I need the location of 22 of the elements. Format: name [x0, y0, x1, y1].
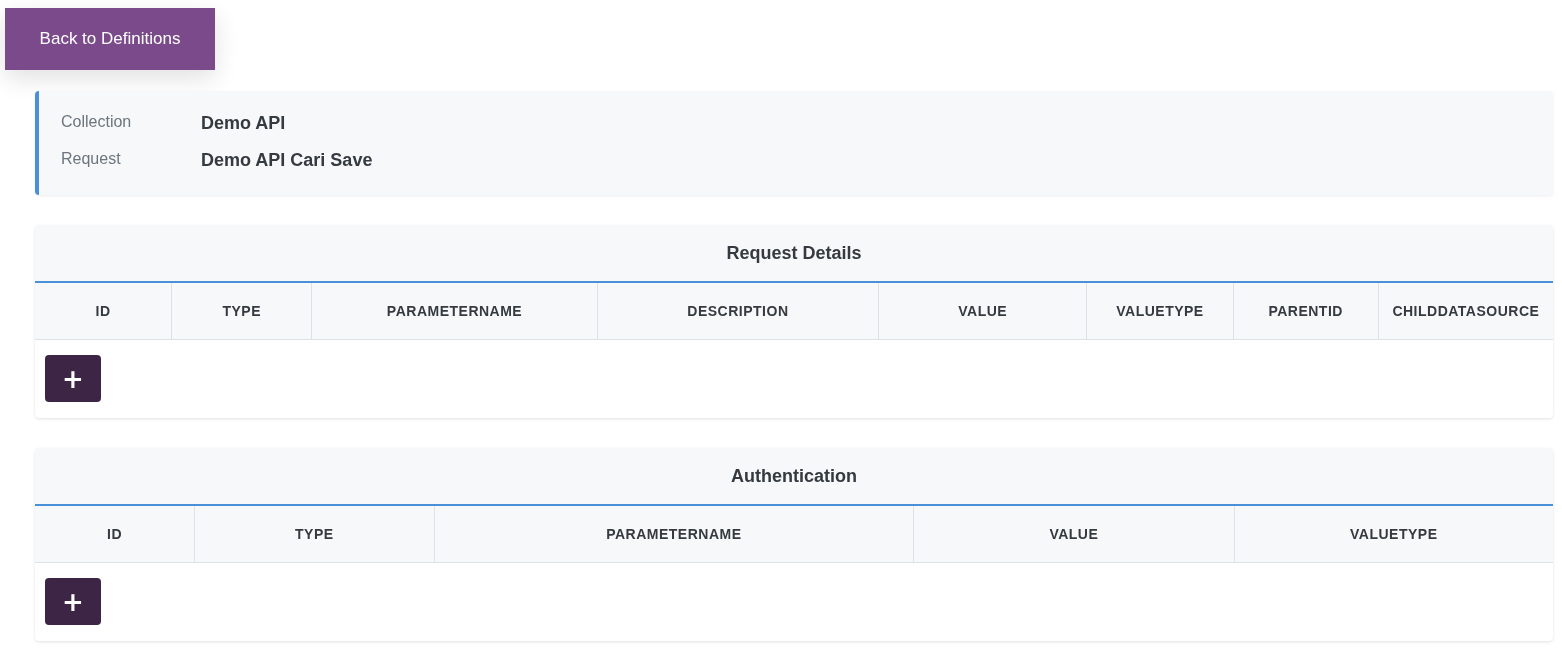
info-label: Collection — [61, 113, 133, 132]
back-button[interactable]: Back to Definitions — [5, 8, 215, 70]
section-title: Authentication — [731, 465, 857, 487]
column-header: VALUE — [878, 283, 1087, 339]
column-header: VALUETYPE — [1086, 283, 1233, 339]
column-header: TYPE — [171, 283, 312, 339]
column-header: PARENTID — [1232, 283, 1378, 339]
info-value: Demo API Cari Save — [201, 150, 374, 172]
add-button[interactable]: + — [45, 578, 101, 625]
column-header: ID — [106, 525, 124, 544]
info-value: Demo API — [201, 113, 287, 135]
column-header: PARAMETERNAME — [311, 283, 597, 339]
column-header: TYPE — [194, 506, 434, 562]
add-button[interactable]: + — [45, 355, 101, 402]
column-header: ID — [94, 302, 112, 321]
section-title: Request Details — [726, 242, 862, 264]
info-label: Request — [61, 150, 122, 169]
column-header: VALUETYPE — [1233, 506, 1553, 562]
column-header: DESCRIPTION — [596, 283, 879, 339]
column-header: VALUE — [913, 506, 1234, 562]
column-header: CHILDDATASOURCE — [1377, 283, 1553, 339]
column-header: PARAMETERNAME — [433, 506, 914, 562]
